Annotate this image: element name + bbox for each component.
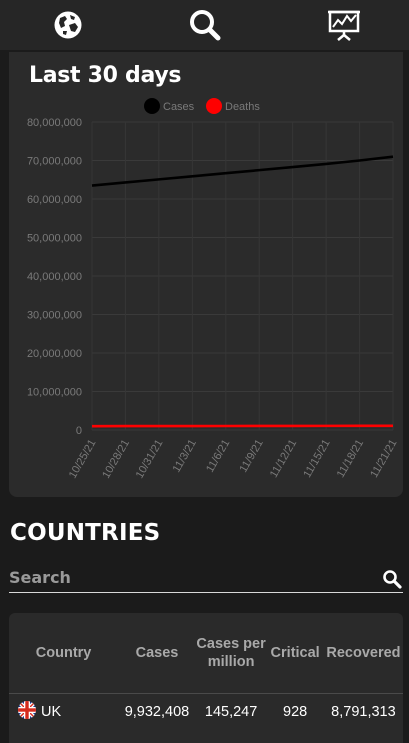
globe-icon[interactable] (50, 7, 86, 43)
top-navigation-bar (0, 0, 409, 50)
y-tick-label: 10,000,000 (27, 387, 82, 399)
x-tick-label: 11/12/21 (268, 438, 299, 480)
x-tick-label: 10/28/21 (100, 438, 132, 481)
x-tick-label: 11/21/21 (368, 438, 399, 480)
countries-table-card: Country Cases Cases per million Critical… (9, 613, 403, 743)
y-tick-label: 40,000,000 (27, 271, 82, 283)
legend-label-deaths: Deaths (225, 101, 260, 113)
legend-marker-deaths (206, 98, 222, 114)
y-tick-label: 80,000,000 (27, 117, 82, 129)
cases-cell: 9,932,408 (118, 694, 196, 731)
country-name: UK (41, 704, 61, 720)
cases-per-million-cell: 145,247 (196, 694, 267, 731)
country-cell: UK (9, 694, 118, 731)
cases-deaths-line-chart: 80,000,000 70,000,000 60,000,000 50,000,000… (9, 52, 403, 497)
table-header-row: Country Cases Cases per million Critical… (9, 613, 403, 694)
critical-cell: 928 (266, 694, 323, 731)
column-header-cases[interactable]: Cases (118, 613, 196, 694)
search-input[interactable] (9, 563, 369, 591)
y-tick-label: 30,000,000 (27, 310, 82, 322)
y-tick-label: 0 (76, 425, 82, 437)
y-tick-label: 70,000,000 (27, 156, 82, 168)
column-header-recovered[interactable]: Recovered (324, 613, 403, 694)
presentation-chart-icon[interactable] (326, 7, 362, 43)
chart-card: Last 30 days 80,000,00070,000,00060,000,… (9, 52, 403, 497)
search-icon[interactable] (187, 7, 223, 43)
column-header-cases-per-million[interactable]: Cases per million (196, 613, 267, 694)
x-tick-label: 11/18/21 (335, 438, 366, 480)
x-tick-label: 11/3/21 (171, 438, 199, 475)
y-tick-label: 50,000,000 (27, 233, 82, 245)
x-tick-label: 10/25/21 (67, 438, 99, 481)
countries-table: Country Cases Cases per million Critical… (9, 613, 403, 730)
legend-label-cases: Cases (163, 101, 195, 113)
x-tick-label: 11/15/21 (301, 438, 332, 480)
legend-marker-cases (144, 98, 160, 114)
x-tick-label: 10/31/21 (134, 438, 166, 481)
recovered-cell: 8,791,313 (324, 694, 403, 731)
y-tick-label: 20,000,000 (27, 348, 82, 360)
uk-flag-icon (17, 700, 37, 724)
search-icon[interactable] (382, 569, 402, 589)
table-row[interactable]: UK 9,932,408 145,247 928 8,791,313 (9, 694, 403, 731)
search-bar (9, 563, 403, 593)
x-tick-label: 11/9/21 (237, 438, 265, 475)
x-tick-label: 11/6/21 (204, 438, 232, 475)
column-header-country[interactable]: Country (9, 613, 118, 694)
column-header-critical[interactable]: Critical (266, 613, 323, 694)
countries-heading: COUNTRIES (10, 520, 160, 546)
y-tick-label: 60,000,000 (27, 194, 82, 206)
